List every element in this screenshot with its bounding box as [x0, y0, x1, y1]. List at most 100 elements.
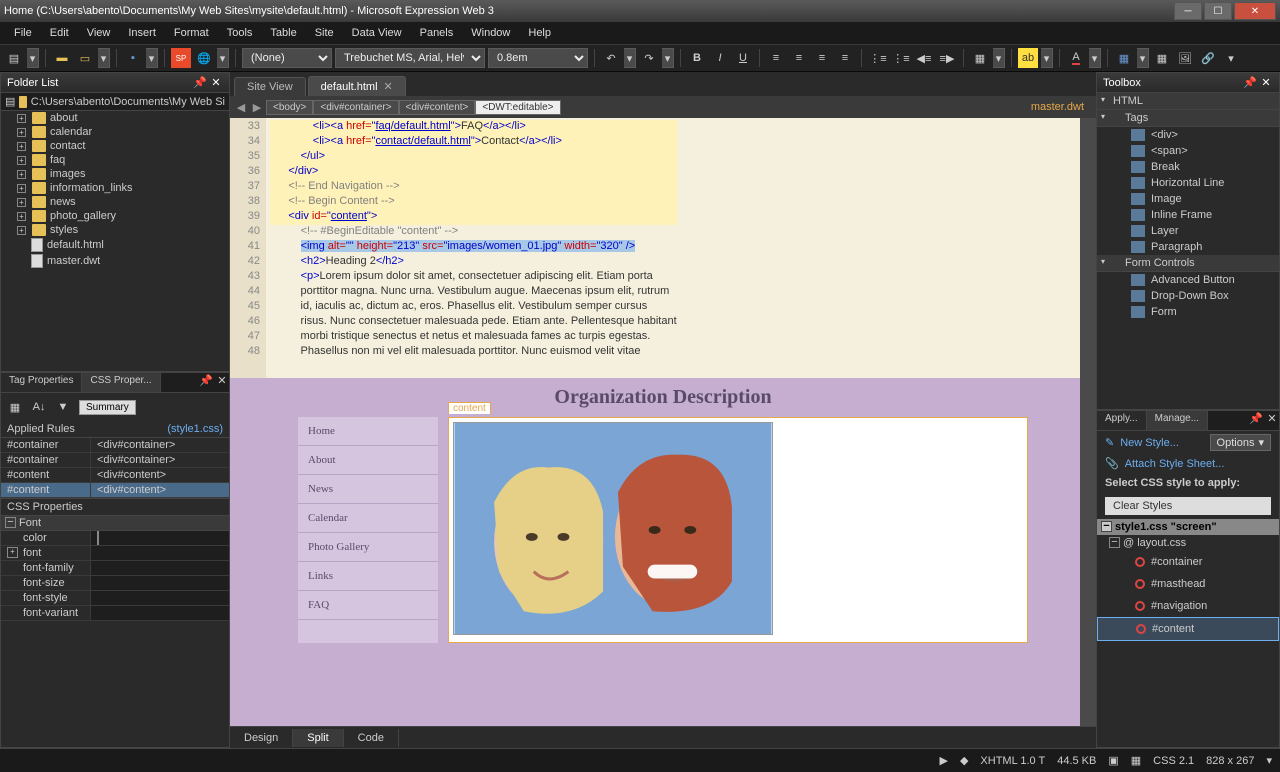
- toolbox-item[interactable]: <div>: [1097, 127, 1279, 143]
- prop-font-style[interactable]: font-style: [1, 591, 229, 606]
- menu-edit[interactable]: Edit: [42, 25, 77, 41]
- toolbox-cat-form[interactable]: Form Controls: [1097, 255, 1279, 272]
- tab-default-html[interactable]: default.html✕: [308, 76, 406, 96]
- clear-styles-button[interactable]: Clear Styles: [1105, 497, 1271, 515]
- highlight-dropdown[interactable]: ▾: [1041, 48, 1053, 68]
- stylesheet-link[interactable]: (style1.css): [167, 423, 223, 435]
- open-icon[interactable]: ▬: [52, 48, 72, 68]
- dims-status[interactable]: 828 x 267: [1206, 755, 1254, 767]
- indent-icon[interactable]: ≡▶: [937, 48, 957, 68]
- new-dropdown[interactable]: ▾: [27, 48, 39, 68]
- folder-root-path[interactable]: ▤ C:\Users\abento\Documents\My Web Si: [1, 93, 229, 111]
- status-icon[interactable]: ▶: [939, 754, 947, 767]
- panel-close-icon[interactable]: ✕: [1265, 411, 1279, 425]
- bc-fwd-icon[interactable]: ▶: [250, 98, 264, 116]
- bold-icon[interactable]: B: [687, 48, 707, 68]
- open-dropdown[interactable]: ▾: [98, 48, 110, 68]
- folder-news[interactable]: +news: [1, 195, 229, 209]
- folder-faq[interactable]: +faq: [1, 153, 229, 167]
- tab-manage-styles[interactable]: Manage...: [1147, 411, 1208, 430]
- menu-tools[interactable]: Tools: [219, 25, 261, 41]
- folder-contact[interactable]: +contact: [1, 139, 229, 153]
- pin-icon[interactable]: 📌: [199, 373, 213, 387]
- rule-row[interactable]: #container<div#container>: [1, 453, 229, 468]
- toolbox-item[interactable]: Break: [1097, 159, 1279, 175]
- redo-icon[interactable]: ↷: [639, 48, 659, 68]
- tab-apply-styles[interactable]: Apply...: [1097, 411, 1147, 430]
- bullets-icon[interactable]: ⋮≡: [868, 48, 888, 68]
- maximize-button[interactable]: ☐: [1204, 2, 1232, 20]
- size-select[interactable]: 0.8em: [488, 48, 588, 68]
- status-icon4[interactable]: ▦: [1131, 754, 1141, 767]
- borders-icon[interactable]: ▦: [970, 48, 990, 68]
- folder-about[interactable]: +about: [1, 111, 229, 125]
- doctype-status[interactable]: XHTML 1.0 T: [980, 755, 1045, 767]
- menu-help[interactable]: Help: [520, 25, 559, 41]
- tab-tag-properties[interactable]: Tag Properties: [1, 373, 82, 392]
- status-icon3[interactable]: ▣: [1108, 754, 1118, 767]
- toolbox-item[interactable]: Inline Frame: [1097, 207, 1279, 223]
- style-select[interactable]: (None): [242, 48, 332, 68]
- css-rule-masthead[interactable]: #masthead: [1097, 573, 1279, 595]
- open-site-icon[interactable]: ▭: [75, 48, 95, 68]
- css-file-header[interactable]: style1.css "screen": [1097, 519, 1279, 535]
- pin-icon[interactable]: 📌: [1249, 411, 1263, 425]
- browser-preview-icon[interactable]: 🌐: [194, 48, 214, 68]
- preview-dropdown[interactable]: ▾: [217, 48, 229, 68]
- panel-close-icon[interactable]: ✕: [209, 76, 223, 90]
- toolbox-item[interactable]: Horizontal Line: [1097, 175, 1279, 191]
- borders-dropdown[interactable]: ▾: [993, 48, 1005, 68]
- code-editor[interactable]: 33343536373839404142434445464748 <li><a …: [230, 118, 1096, 378]
- more-icon[interactable]: ▾: [1221, 48, 1241, 68]
- nav-calendar[interactable]: Calendar: [298, 504, 438, 533]
- categorized-icon[interactable]: ▦: [5, 397, 25, 417]
- new-folder-icon[interactable]: ▤: [5, 95, 15, 108]
- menu-view[interactable]: View: [79, 25, 119, 41]
- show-set-icon[interactable]: ▼: [53, 397, 73, 417]
- folder-styles[interactable]: +styles: [1, 223, 229, 237]
- toolbox-item[interactable]: Image: [1097, 191, 1279, 207]
- font-color-dropdown[interactable]: ▾: [1089, 48, 1101, 68]
- toolbox-item[interactable]: Drop-Down Box: [1097, 288, 1279, 304]
- prop-font-size[interactable]: font-size: [1, 576, 229, 591]
- scrollbar[interactable]: [1080, 118, 1096, 378]
- nav-news[interactable]: News: [298, 475, 438, 504]
- design-preview[interactable]: Organization Description HomeAboutNewsCa…: [230, 378, 1096, 726]
- menu-format[interactable]: Format: [166, 25, 217, 41]
- nav-about[interactable]: About: [298, 446, 438, 475]
- nav-faq[interactable]: FAQ: [298, 591, 438, 620]
- view-tab-code[interactable]: Code: [344, 729, 399, 747]
- layers-icon[interactable]: ▦: [1152, 48, 1172, 68]
- italic-icon[interactable]: I: [710, 48, 730, 68]
- alphabetical-icon[interactable]: A↓: [29, 397, 49, 417]
- css-import[interactable]: @ layout.css: [1097, 535, 1279, 551]
- css-rule-content[interactable]: #content: [1097, 617, 1279, 641]
- new-style-link[interactable]: ✎ New Style... Options ▾: [1097, 431, 1279, 454]
- file-master-dwt[interactable]: master.dwt: [1, 253, 229, 269]
- css-status[interactable]: CSS 2.1: [1153, 755, 1194, 767]
- toolbox-cat-html[interactable]: HTML: [1097, 93, 1279, 110]
- options-dropdown[interactable]: Options ▾: [1210, 434, 1271, 451]
- tab-site-view[interactable]: Site View: [234, 77, 306, 96]
- tab-close-icon[interactable]: ✕: [384, 81, 393, 93]
- menu-data-view[interactable]: Data View: [344, 25, 410, 41]
- prop-font[interactable]: font: [1, 546, 229, 561]
- folder-calendar[interactable]: +calendar: [1, 125, 229, 139]
- template-name[interactable]: master.dwt: [1031, 101, 1092, 113]
- toolbox-item[interactable]: Form: [1097, 304, 1279, 320]
- font-select[interactable]: Trebuchet MS, Arial, Helv: [335, 48, 485, 68]
- panel-close-icon[interactable]: ✕: [1259, 76, 1273, 90]
- nav-links[interactable]: Links: [298, 562, 438, 591]
- attach-stylesheet-link[interactable]: 📎 Attach Style Sheet...: [1097, 454, 1279, 473]
- menu-file[interactable]: File: [6, 25, 40, 41]
- view-tab-split[interactable]: Split: [293, 729, 343, 747]
- folder-information_links[interactable]: +information_links: [1, 181, 229, 195]
- rule-row[interactable]: #content<div#content>: [1, 483, 229, 498]
- outdent-icon[interactable]: ◀≡: [914, 48, 934, 68]
- bc-back-icon[interactable]: ◀: [234, 98, 248, 116]
- table-dropdown[interactable]: ▾: [1137, 48, 1149, 68]
- minimize-button[interactable]: ─: [1174, 2, 1202, 20]
- toolbox-item[interactable]: Advanced Button: [1097, 272, 1279, 288]
- rule-row[interactable]: #content<div#content>: [1, 468, 229, 483]
- tab-css-properties[interactable]: CSS Proper...: [82, 373, 160, 392]
